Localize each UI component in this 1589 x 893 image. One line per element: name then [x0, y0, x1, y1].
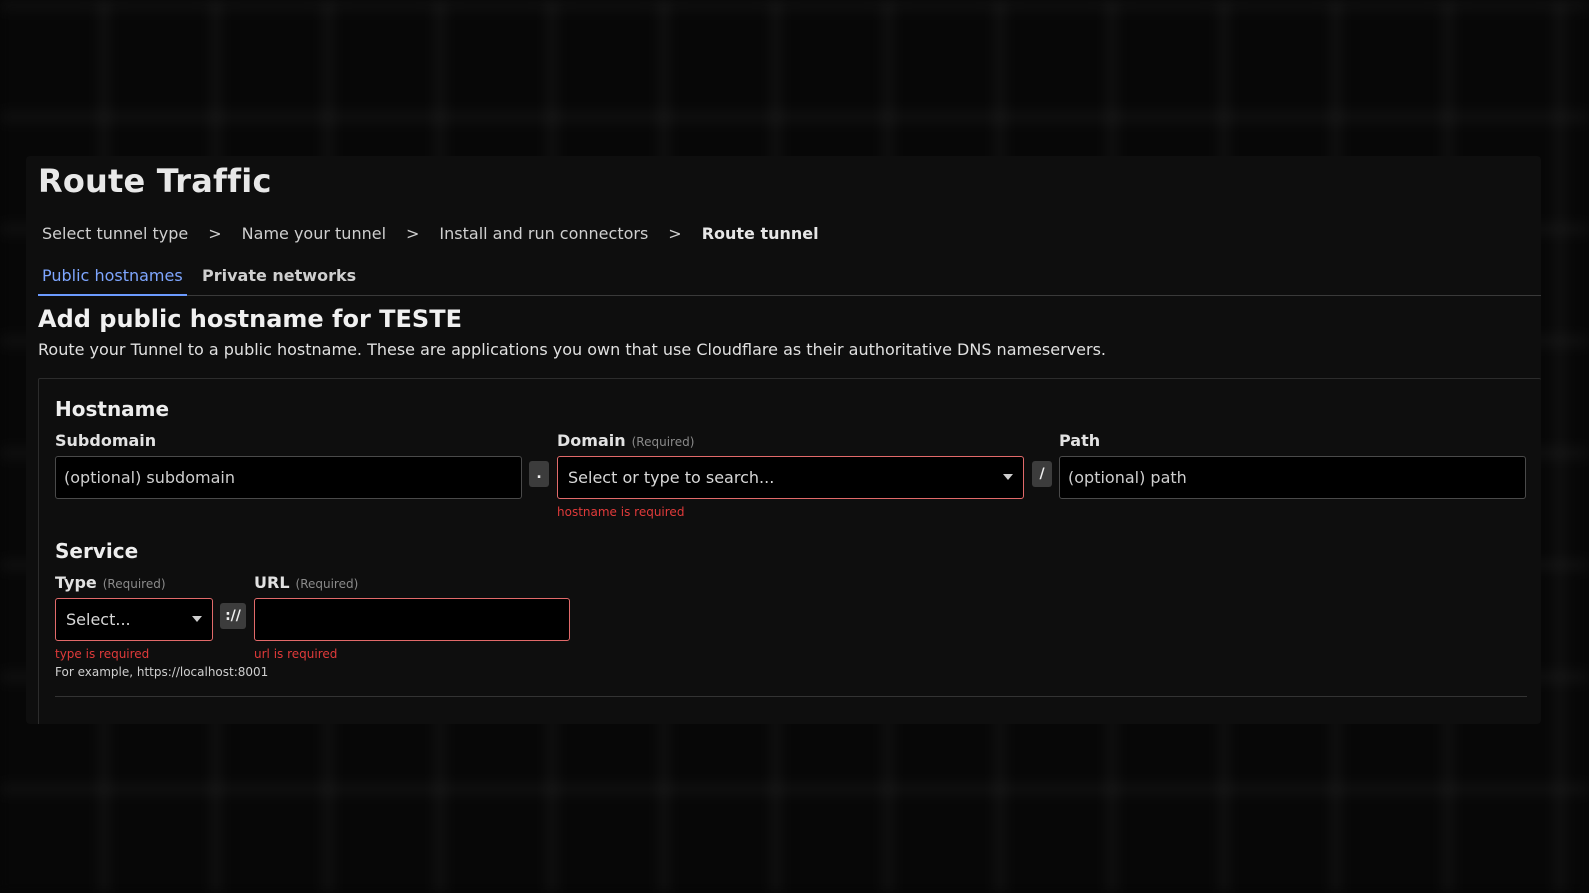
service-group-title: Service: [55, 539, 139, 563]
url-error: url is required: [254, 647, 338, 661]
domain-required-tag: (Required): [631, 435, 695, 449]
public-hostname-form: Hostname Subdomain . Domain (Required) Se…: [38, 378, 1541, 724]
slash-joiner: /: [1032, 461, 1052, 487]
chevron-down-icon: [1003, 474, 1013, 480]
type-required-tag: (Required): [102, 577, 166, 591]
type-label-text: Type: [55, 573, 97, 592]
domain-select[interactable]: Select or type to search...: [557, 456, 1024, 499]
path-input[interactable]: [1059, 456, 1526, 499]
tab-bar: Public hostnames Private networks: [38, 264, 1541, 296]
url-required-tag: (Required): [295, 577, 359, 591]
scheme-joiner: ://: [220, 603, 246, 629]
service-url-input[interactable]: [254, 598, 570, 641]
tab-public-hostnames[interactable]: Public hostnames: [38, 264, 187, 296]
page-title: Route Traffic: [38, 162, 272, 200]
tab-private-networks[interactable]: Private networks: [198, 264, 360, 294]
breadcrumb-separator: >: [208, 224, 222, 243]
domain-error: hostname is required: [557, 505, 685, 519]
breadcrumb-separator: >: [406, 224, 420, 243]
chevron-down-icon: [192, 616, 202, 622]
section-title: Add public hostname for TESTE: [38, 305, 462, 333]
url-example-hint: For example, https://localhost:8001: [55, 665, 269, 679]
subdomain-input[interactable]: [55, 456, 522, 499]
breadcrumb-separator: >: [668, 224, 682, 243]
domain-label-text: Domain: [557, 431, 626, 450]
url-label-text: URL: [254, 573, 290, 592]
hostname-group-title: Hostname: [55, 397, 170, 421]
domain-label: Domain (Required): [557, 431, 694, 450]
url-label: URL (Required): [254, 573, 358, 592]
path-label-text: Path: [1059, 431, 1101, 450]
route-traffic-panel: Route Traffic Select tunnel type > Name …: [26, 156, 1541, 724]
breadcrumb: Select tunnel type > Name your tunnel > …: [42, 224, 819, 243]
breadcrumb-step-select-tunnel-type[interactable]: Select tunnel type: [42, 224, 188, 243]
subdomain-label: Subdomain: [55, 431, 156, 450]
domain-select-placeholder: Select or type to search...: [568, 468, 775, 487]
breadcrumb-step-name-tunnel[interactable]: Name your tunnel: [242, 224, 386, 243]
breadcrumb-step-route-tunnel: Route tunnel: [701, 224, 819, 243]
breadcrumb-step-install-connectors[interactable]: Install and run connectors: [439, 224, 648, 243]
section-description: Route your Tunnel to a public hostname. …: [38, 340, 1106, 359]
path-label: Path: [1059, 431, 1100, 450]
type-label: Type (Required): [55, 573, 166, 592]
form-divider: [55, 696, 1527, 697]
dot-joiner: .: [529, 461, 549, 487]
service-type-placeholder: Select...: [66, 610, 131, 629]
service-type-select[interactable]: Select...: [55, 598, 213, 641]
type-error: type is required: [55, 647, 150, 661]
subdomain-label-text: Subdomain: [55, 431, 157, 450]
